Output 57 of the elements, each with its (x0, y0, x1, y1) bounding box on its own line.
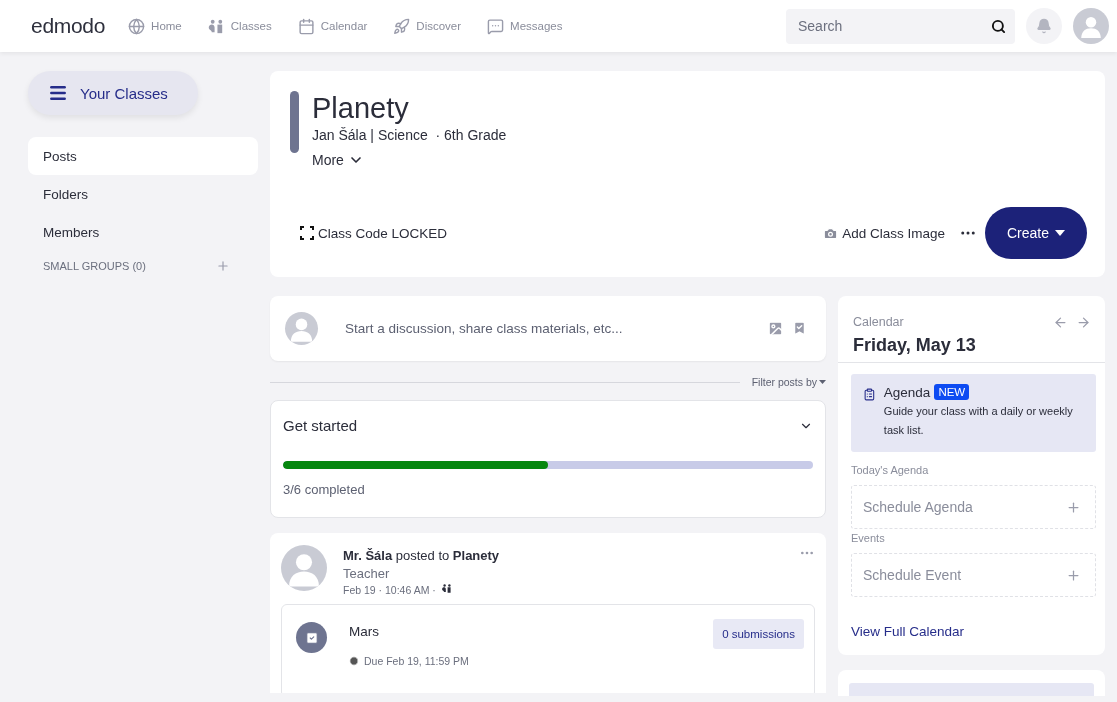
calendar-link[interactable]: View Full Calendar (851, 624, 1096, 639)
small-groups-label: SMALL GROUPS (0) (43, 260, 146, 272)
section-heading: Today's Agenda (851, 464, 930, 476)
avatar (285, 312, 318, 345)
clipboard-icon (863, 387, 876, 402)
class-title: Planety (312, 91, 410, 125)
nav-link[interactable]: Messages (486, 17, 563, 35)
assignment-title: Mars (349, 624, 380, 639)
post-headline: Mr. Šála posted to Planety (343, 548, 501, 563)
plus-icon (1066, 567, 1081, 583)
globe-icon (127, 17, 147, 35)
your-classes-button[interactable]: Your Classes (28, 71, 198, 115)
search-field[interactable]: Search (786, 8, 1015, 44)
profile-avatar[interactable] (1073, 8, 1109, 44)
caret-icon (1055, 230, 1065, 236)
search-icon (991, 18, 1006, 34)
people-icon (440, 583, 453, 594)
class-code-link[interactable]: Class Code LOCKED (300, 225, 448, 241)
image-icon[interactable] (767, 320, 784, 337)
plus-icon (1066, 499, 1081, 515)
nav-link[interactable]: Discover (392, 17, 462, 35)
new-badge: NEW (934, 384, 970, 400)
chat-icon (486, 17, 506, 35)
class-subtitle: Jan Šála | Science · 6th Grade (312, 127, 507, 143)
composer-field[interactable]: Start a discussion, share class materials, etc... (345, 321, 767, 336)
avatar (281, 545, 327, 591)
scan-frame-icon (300, 226, 314, 240)
submissions-button[interactable]: 0 submissions (713, 619, 804, 649)
calendar-date: Friday, May 13 (853, 335, 976, 356)
sidebar-item[interactable]: Posts (28, 137, 258, 175)
nav-link[interactable]: Classes (206, 17, 272, 35)
notifications-button[interactable] (1026, 8, 1062, 44)
card-title: Get started (283, 417, 358, 434)
more-toggle[interactable]: More (312, 152, 364, 168)
filter-dropdown[interactable]: Filter posts by (751, 376, 826, 388)
due-date: Due Feb 19, 11:59 PM (364, 655, 469, 667)
section-heading: Events (851, 532, 886, 544)
caret-icon (819, 380, 826, 384)
progress-text: 3/6 completed (283, 482, 366, 497)
logo[interactable]: edmodo (31, 14, 106, 38)
add-image-link[interactable]: Add Class Image (823, 225, 945, 241)
accent-bar (290, 91, 299, 153)
bell-icon (1036, 18, 1052, 34)
assignment-icon (296, 622, 327, 653)
next-arrow-icon[interactable] (1076, 315, 1091, 330)
menu-icon (48, 83, 68, 103)
calendar-label: Calendar (853, 315, 905, 329)
author-role: Teacher (343, 566, 391, 581)
calendar-icon (296, 17, 316, 35)
post-time: Feb 19 · 10:46 AM · (343, 584, 436, 596)
add-icon[interactable] (216, 259, 230, 273)
rocket-icon (392, 17, 412, 35)
create-button[interactable]: Create (985, 207, 1087, 259)
agenda-title: Agenda (883, 384, 931, 400)
agenda-description: Guide your class with a daily or weekly task list. (883, 404, 1074, 438)
sidebar-item[interactable]: Folders (28, 175, 258, 213)
sidebar-item[interactable]: Members (28, 213, 258, 251)
